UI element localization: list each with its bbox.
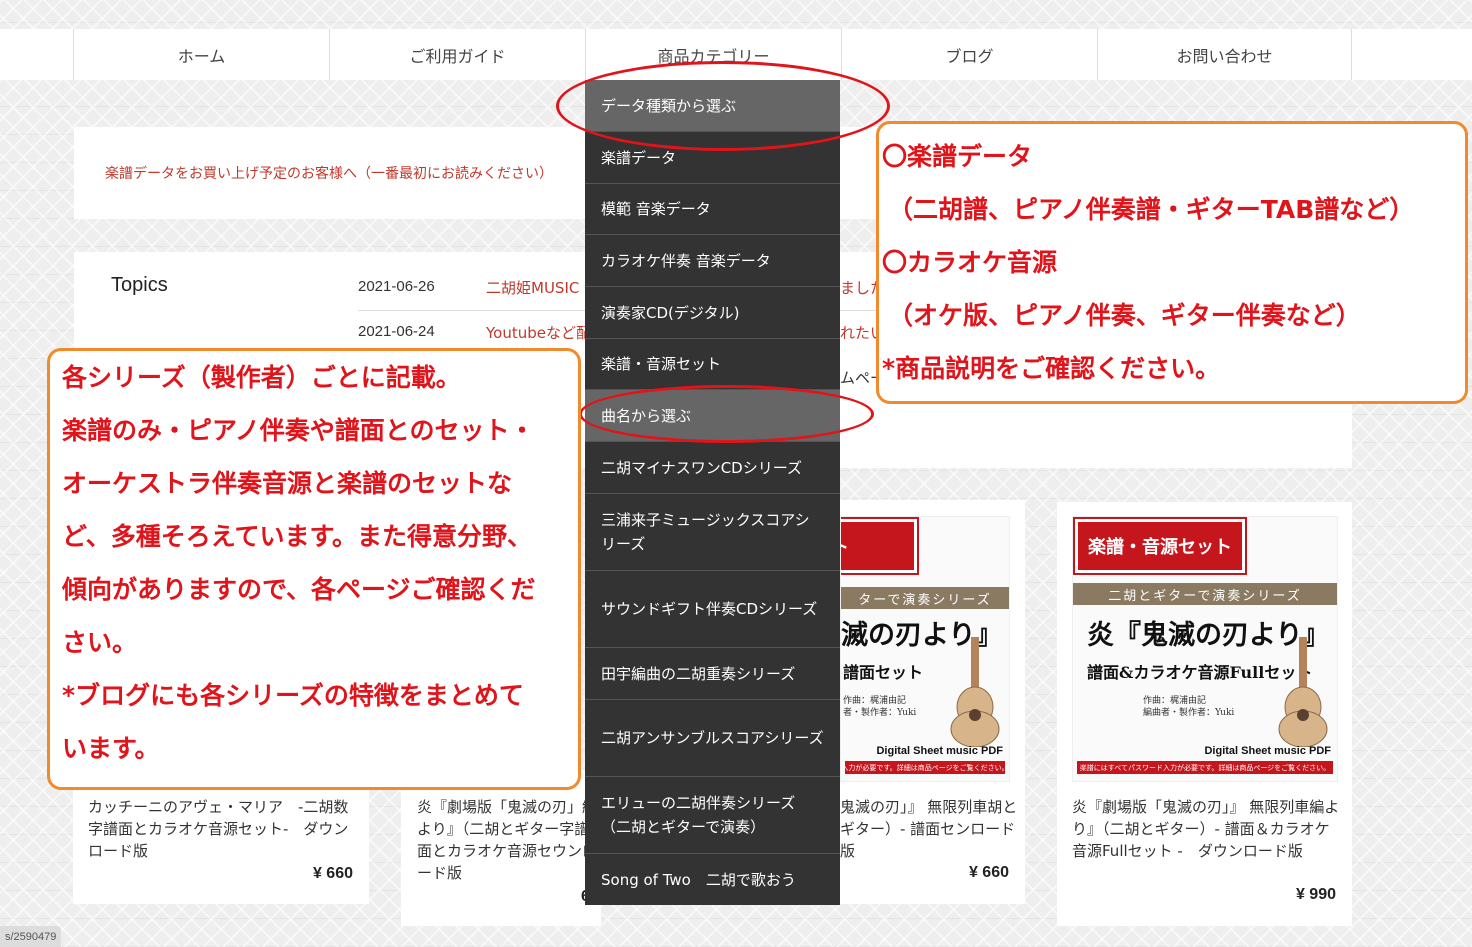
notice-link[interactable]: 楽譜データをお買い上げ予定のお客様へ（一番最初にお読みください） [105, 163, 585, 183]
menu-item-karaoke-audio[interactable]: カラオケ伴奏 音楽データ [585, 235, 840, 287]
callout-line: ど、多種そろえています。また得意分野、 [62, 522, 533, 551]
product-title[interactable]: 炎『劇場版「鬼滅の刃」編より』（二胡とギター字譜面とカラオケ音源セウンロード版 [417, 796, 597, 884]
guitar-icon [950, 637, 1000, 747]
category-dropdown: データ種類から選ぶ 楽譜データ 模範 音楽データ カラオケ伴奏 音楽データ 演奏… [585, 80, 840, 905]
menu-item-sound-gift[interactable]: サウンドギフト伴奏CDシリーズ [585, 571, 840, 648]
series-band: 二胡とギターで演奏シリーズ [1073, 583, 1337, 605]
menu-item-score-audio-set[interactable]: 楽譜・音源セット [585, 339, 840, 390]
callout-line: います。 [62, 734, 160, 763]
nav-blog[interactable]: ブログ [841, 29, 1097, 80]
menu-item-ensemble-score[interactable]: 二胡アンサンブルスコアシリーズ [585, 700, 840, 777]
callout-line: 〇楽譜データ [882, 142, 1033, 171]
topics-heading: Topics [111, 274, 168, 296]
series-band: ターで演奏シリーズ [841, 587, 1009, 609]
pdf-label: Digital Sheet music PDF [876, 745, 1003, 757]
callout-line: さい。 [62, 628, 138, 657]
callout-data-types: 〇楽譜データ （二胡譜、ピアノ伴奏譜・ギターTAB譜など） 〇カラオケ音源 （オ… [876, 121, 1468, 404]
menu-item-eryu[interactable]: エリューの二胡伴奏シリーズ（二胡とギターで演奏） [585, 777, 840, 854]
product-card[interactable]: カッチーニのアヴェ・マリア -二胡数字譜面とカラオケ音源セット- ダウンロード版… [73, 770, 369, 904]
callout-line: *商品説明をご確認ください。 [882, 354, 1221, 383]
topic-date: 2021-06-24 [358, 323, 435, 340]
callout-line: （二胡譜、ピアノ伴奏譜・ギターTAB譜など） [888, 195, 1415, 224]
product-card[interactable]: 炎『劇場版「鬼滅の刃」編より』（二胡とギター字譜面とカラオケ音源セウンロード版 … [401, 770, 608, 926]
menu-item-song-of-two[interactable]: Song of Two 二胡で歌おう [585, 854, 840, 905]
menu-item-performer-cd[interactable]: 演奏家CD(デジタル) [585, 287, 840, 339]
topic-link[interactable]: 二胡姫MUSIC [486, 277, 579, 298]
topic-date: 2021-06-26 [358, 278, 435, 295]
status-url: s/2590479 [0, 926, 62, 947]
nav-guide[interactable]: ご利用ガイド [329, 29, 585, 80]
product-price: ¥ 990 [1295, 886, 1336, 903]
menu-item-tianyu[interactable]: 田宇編曲の二胡重奏シリーズ [585, 648, 840, 700]
topic-link[interactable]: Youtubeなど配 [486, 322, 591, 343]
product-title[interactable]: カッチーニのアヴェ・マリア -二胡数字譜面とカラオケ音源セット- ダウンロード版 [88, 796, 358, 862]
product-price: ¥ 660 [968, 864, 1009, 881]
menu-item-miura-score[interactable]: 三浦来子ミュージックスコアシリーズ [585, 494, 840, 571]
callout-line: （オケ版、ピアノ伴奏、ギター伴奏など） [888, 301, 1361, 330]
nav-home[interactable]: ホーム [73, 29, 329, 80]
pdf-label: Digital Sheet music PDF [1204, 745, 1331, 757]
product-title[interactable]: 鬼滅の刃」』 無限列車胡とギター）- 譜面センロード版 [840, 796, 1018, 862]
callout-line: *ブログにも各シリーズの特徴をまとめて [62, 681, 524, 710]
menu-item-erhu-minus-one[interactable]: 二胡マイナスワンCDシリーズ [585, 442, 840, 494]
guitar-icon [1278, 637, 1328, 747]
product-image[interactable]: ット ターで演奏シリーズ 滅の刃より』 譜面セット 作曲：梶浦由記 者・製作者：… [840, 516, 1010, 782]
product-credit: 作曲：梶浦由記 者・製作者：Yuki [843, 696, 917, 718]
product-image-subtitle: 譜面セット [843, 663, 924, 682]
callout-line: オーケストラ伴奏音源と楽譜のセットな [62, 469, 513, 498]
callout-series: 各シリーズ（製作者）ごとに記載。 楽譜のみ・ピアノ伴奏や譜面とのセット・ オーケ… [47, 348, 581, 790]
product-title[interactable]: 炎『劇場版「鬼滅の刃」』 無限列車編より』（二胡とギター）- 譜面＆カラオケ音源… [1072, 796, 1340, 862]
product-image[interactable]: 楽譜・音源セット 二胡とギターで演奏シリーズ 炎『鬼滅の刃より』 譜面&カラオケ… [1072, 516, 1338, 782]
callout-line: 各シリーズ（製作者）ごとに記載。 [62, 363, 461, 392]
product-credit: 作曲：梶浦由記 編曲者・製作者：Yuki [1143, 696, 1235, 718]
password-notice: 楽譜にはすべてパスワード入力が必要です。詳細は商品ページをご覧ください。 [1077, 761, 1333, 774]
product-price: ¥ 660 [312, 865, 353, 882]
nav-contact[interactable]: お問い合わせ [1097, 29, 1352, 80]
password-notice: 入力が必要です。詳細は商品ページをご覧ください。 [845, 761, 1005, 774]
product-badge: 楽譜・音源セット [1073, 517, 1247, 575]
callout-line: 楽譜のみ・ピアノ伴奏や譜面とのセット・ [62, 416, 535, 445]
callout-line: 〇カラオケ音源 [882, 248, 1058, 277]
product-badge: ット [841, 517, 919, 575]
callout-line: 傾向がありますので、各ページご確認くだ [62, 575, 536, 604]
menu-item-model-audio[interactable]: 模範 音楽データ [585, 184, 840, 235]
highlight-ellipse [579, 385, 874, 443]
highlight-ellipse [556, 61, 890, 151]
